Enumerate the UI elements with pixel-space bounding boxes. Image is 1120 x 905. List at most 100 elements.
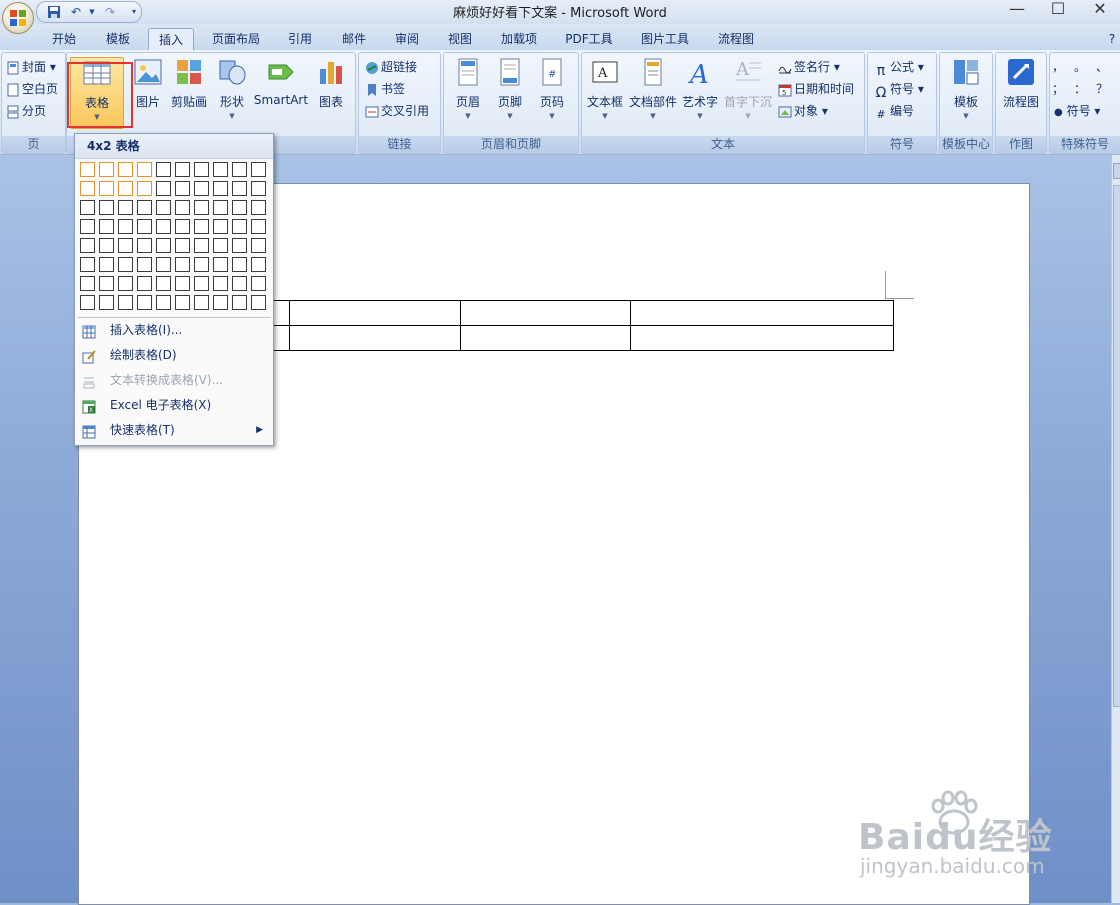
excel-spreadsheet-menu-item[interactable]: X Excel 电子表格(X) bbox=[77, 393, 271, 417]
grid-cell[interactable] bbox=[137, 200, 152, 215]
footer-button[interactable]: 页脚 ▼ bbox=[492, 57, 528, 127]
table-cell[interactable] bbox=[459, 325, 631, 351]
grid-cell[interactable] bbox=[232, 181, 247, 196]
grid-cell[interactable] bbox=[118, 200, 133, 215]
grid-cell[interactable] bbox=[99, 238, 114, 253]
table-cell[interactable] bbox=[289, 300, 461, 326]
grid-cell[interactable] bbox=[175, 219, 190, 234]
grid-cell[interactable] bbox=[99, 162, 114, 177]
grid-cell[interactable] bbox=[80, 219, 95, 234]
grid-cell[interactable] bbox=[232, 276, 247, 291]
grid-cell[interactable] bbox=[194, 219, 209, 234]
office-button[interactable] bbox=[2, 2, 34, 34]
grid-cell[interactable] bbox=[213, 295, 228, 310]
grid-cell[interactable] bbox=[251, 162, 266, 177]
table-cell[interactable] bbox=[289, 325, 461, 351]
grid-cell[interactable] bbox=[118, 219, 133, 234]
bookmark-button[interactable]: 书签 bbox=[365, 79, 405, 99]
scrollbar-thumb[interactable] bbox=[1113, 185, 1120, 707]
shapes-button[interactable]: 形状 ▼ bbox=[213, 57, 251, 127]
tab-insert[interactable]: 插入 bbox=[148, 28, 194, 51]
ruler-toggle-icon[interactable] bbox=[1113, 163, 1120, 179]
grid-cell[interactable] bbox=[137, 257, 152, 272]
grid-cell[interactable] bbox=[137, 162, 152, 177]
grid-cell[interactable] bbox=[156, 181, 171, 196]
grid-cell[interactable] bbox=[99, 181, 114, 196]
grid-cell[interactable] bbox=[251, 295, 266, 310]
quick-tables-menu-item[interactable]: 快速表格(T) ▶ bbox=[77, 418, 271, 442]
grid-cell[interactable] bbox=[251, 219, 266, 234]
grid-cell[interactable] bbox=[232, 238, 247, 253]
grid-cell[interactable] bbox=[194, 257, 209, 272]
symbol-button[interactable]: Ω 符号 ▾ bbox=[874, 79, 924, 101]
grid-cell[interactable] bbox=[137, 295, 152, 310]
tab-references[interactable]: 引用 bbox=[280, 28, 320, 50]
grid-cell[interactable] bbox=[175, 238, 190, 253]
tab-page-layout[interactable]: 页面布局 bbox=[203, 28, 269, 50]
grid-cell[interactable] bbox=[251, 238, 266, 253]
grid-cell[interactable] bbox=[118, 181, 133, 196]
grid-cell[interactable] bbox=[251, 200, 266, 215]
grid-cell[interactable] bbox=[175, 295, 190, 310]
grid-cell[interactable] bbox=[232, 162, 247, 177]
wordart-button[interactable]: A 艺术字 ▼ bbox=[680, 57, 720, 127]
grid-cell[interactable] bbox=[156, 162, 171, 177]
grid-cell[interactable] bbox=[118, 238, 133, 253]
grid-cell[interactable] bbox=[175, 162, 190, 177]
grid-cell[interactable] bbox=[118, 295, 133, 310]
grid-cell[interactable] bbox=[213, 219, 228, 234]
smartart-button[interactable]: SmartArt bbox=[253, 57, 309, 127]
grid-cell[interactable] bbox=[156, 219, 171, 234]
tab-templates[interactable]: 模板 bbox=[98, 28, 138, 50]
grid-cell[interactable] bbox=[99, 295, 114, 310]
grid-cell[interactable] bbox=[156, 257, 171, 272]
symbol-semicolon[interactable]: ； bbox=[1052, 79, 1064, 99]
grid-cell[interactable] bbox=[99, 200, 114, 215]
signature-line-button[interactable]: 签名行 ▾ bbox=[778, 57, 840, 77]
grid-cell[interactable] bbox=[213, 276, 228, 291]
grid-cell[interactable] bbox=[156, 200, 171, 215]
tab-review[interactable]: 审阅 bbox=[387, 28, 427, 50]
grid-cell[interactable] bbox=[251, 276, 266, 291]
symbol-comma[interactable]: ， bbox=[1052, 57, 1064, 77]
grid-cell[interactable] bbox=[213, 200, 228, 215]
minimize-button[interactable]: — bbox=[995, 0, 1039, 20]
grid-cell[interactable] bbox=[99, 219, 114, 234]
object-button[interactable]: 对象 ▾ bbox=[778, 101, 828, 121]
grid-cell[interactable] bbox=[175, 257, 190, 272]
grid-cell[interactable] bbox=[232, 219, 247, 234]
close-button[interactable]: ✕ bbox=[1078, 0, 1120, 20]
maximize-button[interactable]: ☐ bbox=[1036, 0, 1080, 20]
symbol-enumeration-comma[interactable]: 、 bbox=[1096, 57, 1108, 77]
tab-view[interactable]: 视图 bbox=[440, 28, 480, 50]
grid-cell[interactable] bbox=[194, 162, 209, 177]
tab-addins[interactable]: 加载项 bbox=[493, 28, 545, 50]
grid-cell[interactable] bbox=[137, 238, 152, 253]
tab-mailings[interactable]: 邮件 bbox=[334, 28, 374, 50]
grid-cell[interactable] bbox=[194, 181, 209, 196]
grid-cell[interactable] bbox=[175, 276, 190, 291]
chart-button[interactable]: 图表 bbox=[313, 57, 349, 127]
grid-cell[interactable] bbox=[156, 238, 171, 253]
grid-cell[interactable] bbox=[156, 295, 171, 310]
numbering-button[interactable]: # 编号 bbox=[874, 101, 914, 121]
tab-home[interactable]: 开始 bbox=[44, 28, 84, 50]
grid-cell[interactable] bbox=[80, 200, 95, 215]
date-time-button[interactable]: 5 日期和时间 bbox=[778, 79, 854, 99]
grid-cell[interactable] bbox=[232, 200, 247, 215]
grid-cell[interactable] bbox=[251, 257, 266, 272]
hyperlink-button[interactable]: 超链接 bbox=[365, 57, 417, 77]
text-box-button[interactable]: A 文本框 ▼ bbox=[584, 57, 626, 127]
grid-cell[interactable] bbox=[194, 200, 209, 215]
grid-cell[interactable] bbox=[137, 219, 152, 234]
grid-cell[interactable] bbox=[175, 200, 190, 215]
blank-page-button[interactable]: 空白页 bbox=[6, 79, 58, 99]
picture-button[interactable]: 图片 bbox=[131, 57, 165, 127]
grid-cell[interactable] bbox=[80, 181, 95, 196]
grid-cell[interactable] bbox=[80, 276, 95, 291]
grid-cell[interactable] bbox=[156, 276, 171, 291]
equation-button[interactable]: π 公式 ▾ bbox=[874, 57, 924, 79]
table-cell[interactable] bbox=[629, 325, 895, 351]
grid-cell[interactable] bbox=[80, 162, 95, 177]
clipart-button[interactable]: 剪贴画 bbox=[169, 57, 209, 127]
